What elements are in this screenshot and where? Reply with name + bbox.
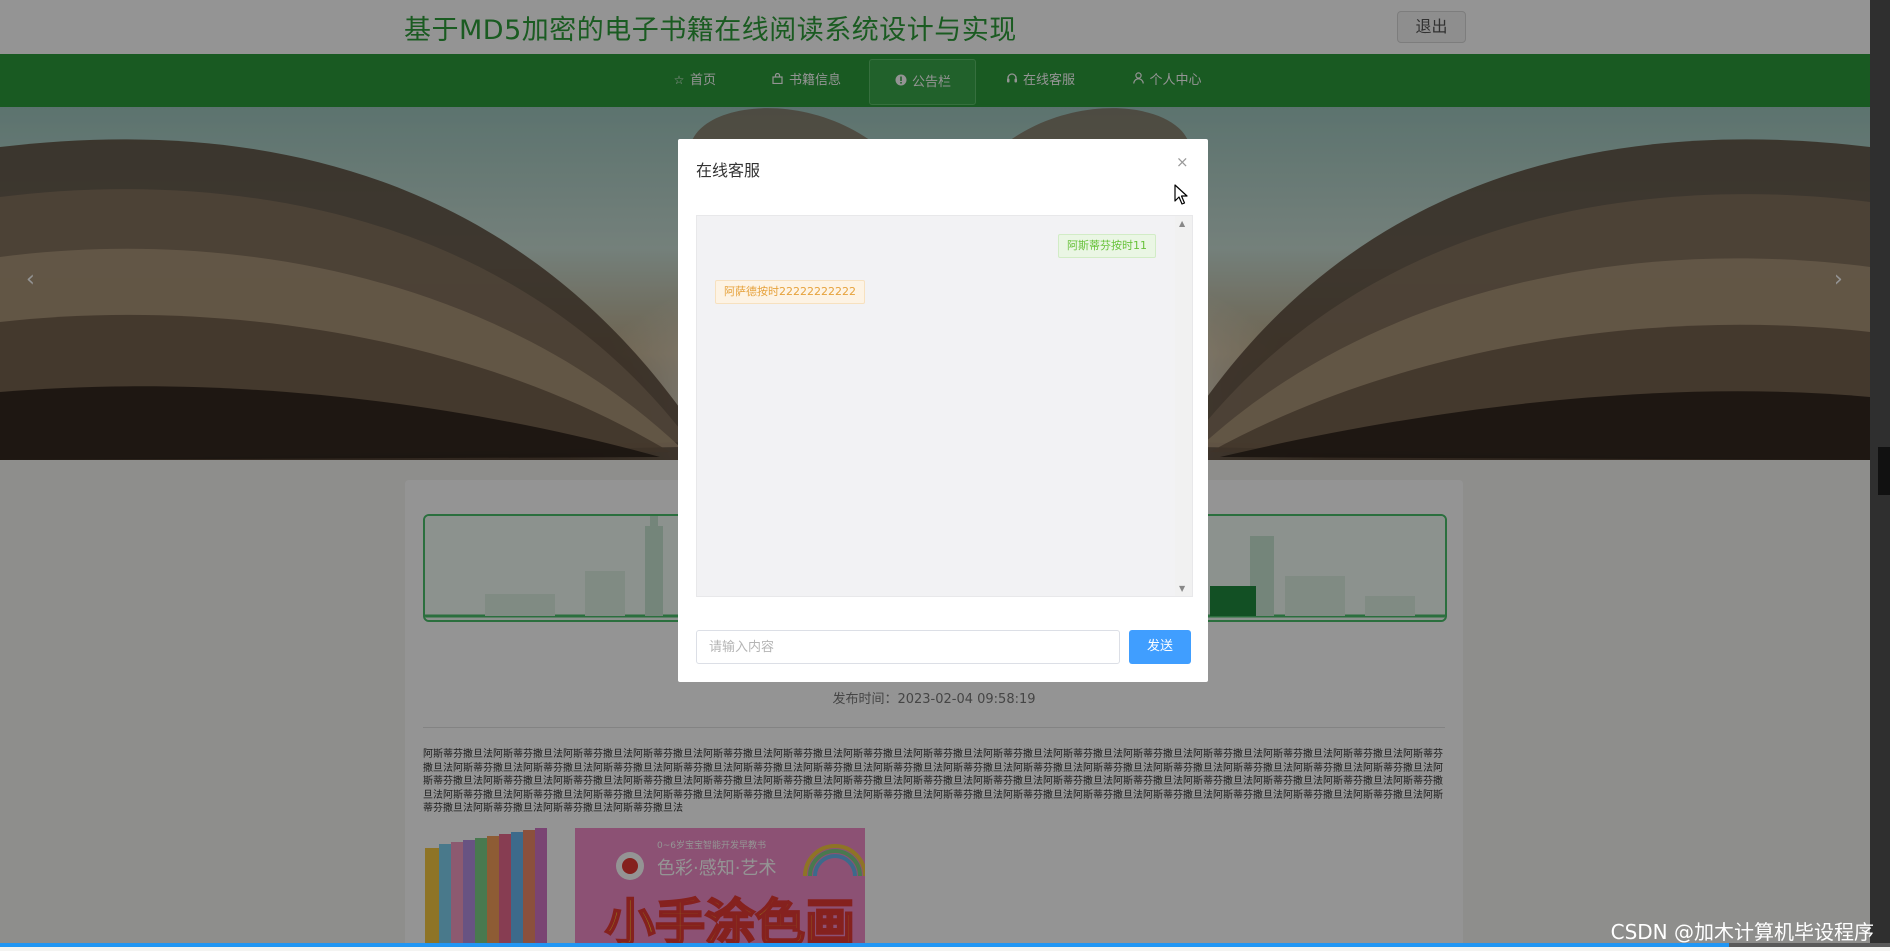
send-button[interactable]: 发送	[1129, 630, 1191, 664]
side-handle[interactable]	[1878, 447, 1890, 495]
dialog-title: 在线客服	[696, 161, 761, 180]
chat-input[interactable]	[696, 630, 1120, 664]
mouse-cursor-icon	[1174, 184, 1188, 205]
scroll-down-arrow-icon[interactable]: ▼	[1179, 584, 1185, 593]
scroll-up-arrow-icon[interactable]: ▲	[1179, 219, 1185, 228]
chat-scrollbar[interactable]: ▲ ▼	[1175, 216, 1192, 596]
page: 基于MD5加密的电子书籍在线阅读系统设计与实现 退出 ☆ 首页 书籍信息 公告栏 …	[0, 0, 1890, 951]
chat-message-area[interactable]: 阿斯蒂芬按时11 阿萨德按时22222222222 ▲ ▼	[696, 215, 1193, 597]
chat-message-received: 阿萨德按时22222222222	[715, 280, 865, 304]
chat-message-sent: 阿斯蒂芬按时11	[1058, 234, 1156, 258]
page-progress-bar	[0, 943, 1890, 947]
close-icon[interactable]: ×	[1176, 153, 1189, 171]
csdn-watermark: CSDN @加木计算机毕设程序	[1610, 920, 1874, 944]
online-service-dialog: 在线客服 × 阿斯蒂芬按时11 阿萨德按时22222222222 ▲ ▼ 发送	[678, 139, 1208, 682]
page-progress-fill	[0, 943, 1730, 947]
